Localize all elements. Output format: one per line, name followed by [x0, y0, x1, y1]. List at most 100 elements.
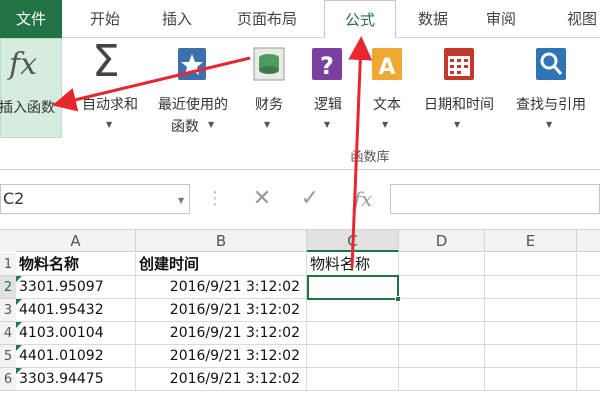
cell-a5[interactable]: 4401.01092: [16, 345, 136, 368]
formula-input[interactable]: [390, 184, 600, 214]
cancel-icon[interactable]: ✕: [248, 186, 276, 212]
cell-b2[interactable]: 2016/9/21 3:12:02: [136, 276, 307, 299]
tab-review[interactable]: 审阅: [468, 0, 534, 38]
drag-handle-icon[interactable]: ⋮: [206, 188, 224, 209]
column-header-f[interactable]: [577, 230, 600, 252]
column-header-e[interactable]: E: [485, 230, 577, 252]
row-header[interactable]: 1: [0, 253, 16, 276]
autosum-label: 自动求和: [82, 97, 138, 113]
recently-used-label-2: 函数: [171, 119, 199, 135]
enter-icon[interactable]: ✓: [296, 186, 324, 212]
chevron-down-icon: ▼: [382, 120, 389, 129]
calendar-icon: [442, 46, 476, 82]
chevron-down-icon: ▼: [106, 120, 113, 129]
text-book-icon: A: [370, 46, 404, 82]
cell-value: 3303.94475: [19, 371, 104, 387]
error-indicator-icon: [16, 368, 22, 374]
tab-data[interactable]: 数据: [400, 0, 466, 38]
cell-c5[interactable]: [307, 345, 399, 368]
cell-e2[interactable]: [485, 276, 577, 299]
name-box[interactable]: C2: [0, 184, 190, 214]
cell-value: 4401.95432: [19, 302, 104, 318]
tab-insert[interactable]: 插入: [146, 0, 208, 38]
cell-c4[interactable]: [307, 322, 399, 345]
cell-a1[interactable]: 物料名称: [16, 253, 136, 276]
fill-handle[interactable]: [395, 296, 401, 302]
column-header-a[interactable]: A: [16, 230, 136, 252]
tab-view[interactable]: 视图: [552, 0, 600, 38]
recently-used-button[interactable]: 最近使用的 函数 ▼: [148, 38, 238, 158]
text-functions-button[interactable]: A 文本 ▼: [362, 38, 412, 158]
row-header[interactable]: 4: [0, 322, 16, 345]
fx-icon[interactable]: fx: [346, 186, 380, 212]
cell-a4[interactable]: 4103.00104: [16, 322, 136, 345]
column-header-b[interactable]: B: [136, 230, 307, 252]
cell-e3[interactable]: [485, 299, 577, 322]
row-header[interactable]: 6: [0, 368, 16, 391]
cell-e4[interactable]: [485, 322, 577, 345]
cell-d3[interactable]: [399, 299, 485, 322]
cell-b4[interactable]: 2016/9/21 3:12:02: [136, 322, 307, 345]
tab-formulas[interactable]: 公式: [324, 0, 396, 39]
cell-b3[interactable]: 2016/9/21 3:12:02: [136, 299, 307, 322]
svg-text:A: A: [378, 55, 395, 80]
cell-f2[interactable]: [577, 276, 600, 299]
column-header-d[interactable]: D: [399, 230, 485, 252]
row-header[interactable]: 5: [0, 345, 16, 368]
cell-f4[interactable]: [577, 322, 600, 345]
logical-button[interactable]: ? 逻辑 ▼: [304, 38, 352, 158]
cell-d5[interactable]: [399, 345, 485, 368]
cell-b6[interactable]: 2016/9/21 3:12:02: [136, 368, 307, 391]
fx-icon: fx: [9, 47, 38, 82]
autosum-button[interactable]: Σ 自动求和 ▼: [76, 36, 144, 158]
cell-d1[interactable]: [399, 253, 485, 276]
cell-f5[interactable]: [577, 345, 600, 368]
cell-f6[interactable]: [577, 368, 600, 391]
cell-d4[interactable]: [399, 322, 485, 345]
star-book-icon: [176, 46, 208, 82]
tab-page-layout[interactable]: 页面布局: [212, 0, 322, 38]
cell-f3[interactable]: [577, 299, 600, 322]
column-header-c[interactable]: C: [307, 230, 399, 252]
cell-d2[interactable]: [399, 276, 485, 299]
active-cell-border: [307, 275, 399, 300]
cell-value: 4103.00104: [19, 325, 104, 341]
lookup-reference-button[interactable]: 查找与引用 ▼: [506, 38, 596, 158]
date-time-button[interactable]: 日期和时间 ▼: [414, 38, 504, 158]
cell-c6[interactable]: [307, 368, 399, 391]
date-time-label: 日期和时间: [424, 97, 494, 113]
cell-a3[interactable]: 4401.95432: [16, 299, 136, 322]
cell-c3[interactable]: [307, 299, 399, 322]
chevron-down-icon: ▼: [264, 120, 271, 129]
text-functions-label: 文本: [373, 97, 401, 113]
tab-home[interactable]: 开始: [66, 0, 144, 38]
logical-label: 逻辑: [314, 97, 342, 113]
cell-d6[interactable]: [399, 368, 485, 391]
chevron-down-icon[interactable]: ▼: [178, 196, 184, 205]
row-header[interactable]: 3: [0, 299, 16, 322]
row-header[interactable]: 2: [0, 276, 16, 299]
cell-b1[interactable]: 创建时间: [136, 253, 307, 276]
select-all-corner[interactable]: [0, 230, 16, 252]
cell-f1[interactable]: [577, 253, 600, 276]
cell-e5[interactable]: [485, 345, 577, 368]
svg-text:?: ?: [320, 52, 334, 80]
lookup-reference-label: 查找与引用: [516, 97, 586, 113]
cell-a6[interactable]: 3303.94475: [16, 368, 136, 391]
question-book-icon: ?: [310, 46, 344, 82]
chevron-down-icon: ▼: [546, 120, 553, 129]
insert-function-button[interactable]: fx 插入函数: [0, 38, 62, 138]
cell-value: 4401.01092: [19, 348, 104, 364]
cell-c1[interactable]: 物料名称: [307, 253, 399, 276]
cell-a2[interactable]: 3301.95097: [16, 276, 136, 299]
tab-file[interactable]: 文件: [0, 0, 62, 38]
cell-b5[interactable]: 2016/9/21 3:12:02: [136, 345, 307, 368]
financial-label: 财务: [255, 97, 283, 113]
financial-button[interactable]: 财务 ▼: [244, 38, 294, 158]
cell-e1[interactable]: [485, 253, 577, 276]
cell-e6[interactable]: [485, 368, 577, 391]
error-indicator-icon: [16, 299, 22, 305]
chevron-down-icon: ▼: [454, 120, 461, 129]
error-indicator-icon: [16, 322, 22, 328]
ribbon-group-label: 函数库: [350, 150, 390, 165]
